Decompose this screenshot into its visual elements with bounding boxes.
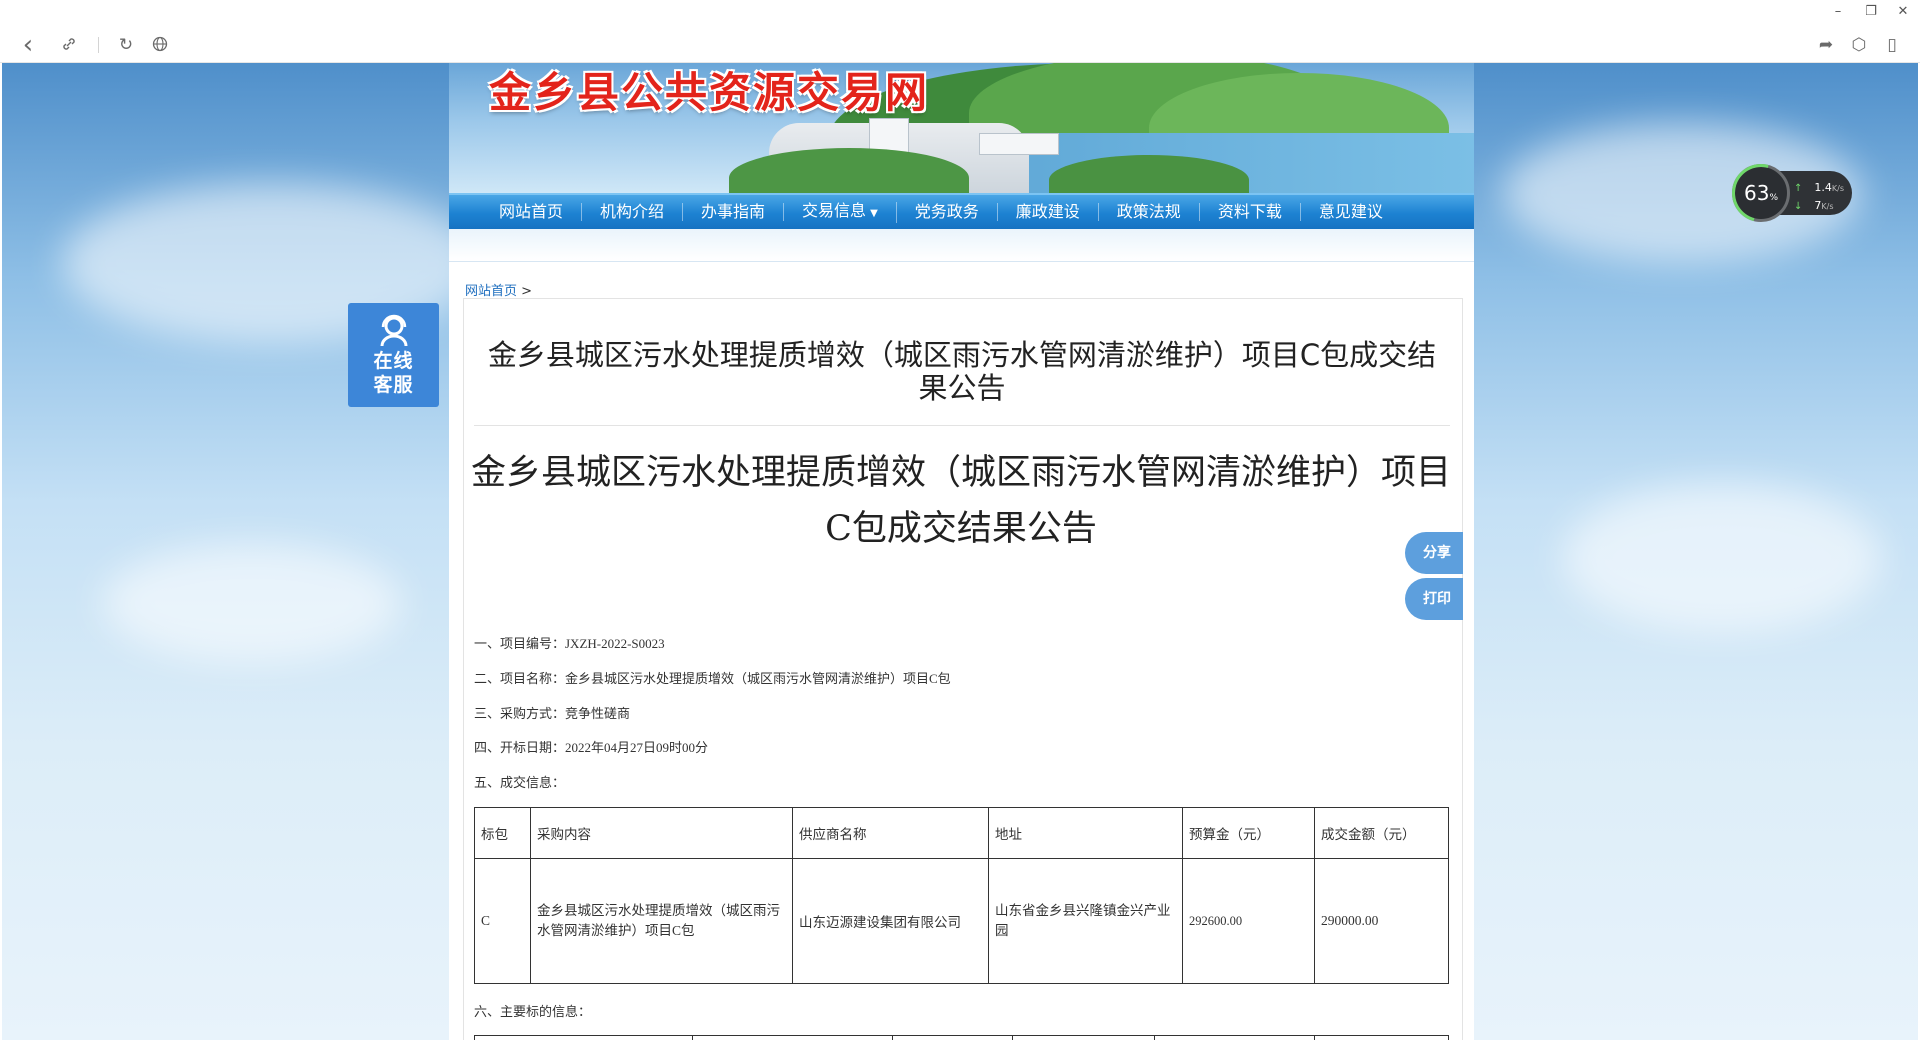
page-title: 金乡县城区污水处理提质增效（城区雨污水管网清淤维护）项目C包成交结果公告 (487, 338, 1437, 405)
deal-table: 标包 采购内容 供应商名称 地址 预算金（元） 成交金额（元） C 金乡县城区污… (474, 807, 1449, 984)
link-icon[interactable] (58, 36, 80, 57)
title-divider (474, 425, 1450, 426)
arrow-down-icon: ↓ (1794, 201, 1803, 212)
nav-item-policy[interactable]: 政策法规 (1099, 203, 1200, 221)
nav-label: 意见建议 (1318, 202, 1383, 221)
online-service-label-2: 客服 (373, 374, 414, 396)
breadcrumb: 网站首页 > (465, 280, 532, 299)
nav-label: 廉政建设 (1015, 202, 1080, 221)
info-bid-date: 四、开标日期：2022年04月27日09时00分 (474, 740, 709, 755)
speed-percent-value: 63 (1744, 181, 1770, 205)
share-button[interactable]: 分享 (1405, 532, 1463, 574)
table-row (474, 1035, 1449, 1040)
nav-item-trade-info[interactable]: 交易信息 ▼ (784, 200, 897, 223)
table-header-cell: 地址 (988, 807, 1183, 859)
main-nav: 网站首页 机构介绍 办事指南 交易信息 ▼ 党务政务 廉政建设 政策法规 资料下载… (449, 193, 1474, 229)
table-header-cell: 预算金（元） (1182, 807, 1315, 859)
breadcrumb-separator: > (521, 284, 533, 299)
table-cell (1314, 1035, 1449, 1040)
speed-percent-unit: % (1769, 193, 1779, 203)
caret-down-icon: ▼ (870, 207, 878, 219)
table-cell (692, 1035, 893, 1040)
online-service-label-1: 在线 (373, 350, 414, 372)
close-button[interactable]: ✕ (1894, 4, 1912, 19)
nav-label: 党务政务 (914, 202, 979, 221)
browser-toolbar: – ❐ ✕ ‹ ↻ ➦ ⬡ ▯ (0, 0, 1920, 63)
table-header-cell: 标包 (474, 807, 531, 859)
table-row: C 金乡县城区污水处理提质增效（城区雨污水管网清淤维护）项目C包 山东迈源建设集… (474, 858, 1449, 984)
nav-item-home[interactable]: 网站首页 (481, 202, 583, 221)
info-procurement-method: 三、采购方式：竞争性磋商 (474, 706, 631, 721)
network-speed-widget[interactable]: 63% ↑ 1.4K/s ↓ 7K/s (1721, 153, 1852, 233)
speed-percent: 63% (1744, 181, 1778, 205)
table-cell: 金乡县城区污水处理提质增效（城区雨污水管网清淤维护）项目C包 (530, 858, 793, 984)
upload-value: 1.4 (1814, 181, 1832, 194)
table-header-cell: 成交金额（元） (1314, 807, 1449, 859)
nav-label: 办事指南 (701, 202, 766, 221)
content-panel: 网站首页 > 金乡县城区污水处理提质增效（城区雨污水管网清淤维护）项目C包成交结… (449, 262, 1474, 1040)
info-project-number: 一、项目编号：JXZH-2022-S0023 (474, 636, 665, 651)
info-main-items-heading: 六、主要标的信息： (474, 1004, 592, 1019)
print-button[interactable]: 打印 (1405, 578, 1463, 620)
table-header-cell: 采购内容 (530, 807, 793, 859)
table-cell: 290000.00 (1314, 858, 1449, 984)
back-icon[interactable]: ‹ (17, 32, 39, 58)
table-cell (1012, 1035, 1155, 1040)
nav-item-downloads[interactable]: 资料下载 (1200, 203, 1301, 221)
toolbar-divider (98, 37, 99, 53)
info-deal-heading: 五、成交信息： (474, 775, 566, 790)
phone-icon[interactable]: ▯ (1881, 36, 1903, 54)
nav-item-integrity[interactable]: 廉政建设 (998, 203, 1099, 221)
headset-icon (374, 313, 414, 347)
site-banner: 金乡县公共资源交易网 (449, 63, 1474, 193)
table-cell (1154, 1035, 1315, 1040)
table-cell (892, 1035, 1013, 1040)
nav-item-feedback[interactable]: 意见建议 (1301, 203, 1401, 221)
share-icon[interactable]: ➦ (1815, 36, 1837, 54)
nav-item-guide[interactable]: 办事指南 (683, 202, 785, 221)
minimize-button[interactable]: – (1829, 4, 1847, 19)
article-box: 金乡县城区污水处理提质增效（城区雨污水管网清淤维护）项目C包成交结果公告 金乡县… (463, 298, 1463, 1040)
page-viewport: 金乡县公共资源交易网 网站首页 机构介绍 办事指南 交易信息 ▼ 党务政务 廉政建… (2, 63, 1918, 1040)
article-title: 金乡县城区污水处理提质增效（城区雨污水管网清淤维护）项目C包成交结果公告 (470, 453, 1451, 549)
nav-item-about[interactable]: 机构介绍 (582, 202, 684, 221)
table-header-cell: 供应商名称 (792, 807, 989, 859)
upload-speed: ↑ 1.4K/s (1794, 181, 1844, 194)
table-header-row: 标包 采购内容 供应商名称 地址 预算金（元） 成交金额（元） (474, 807, 1449, 859)
nav-label: 机构介绍 (600, 202, 665, 221)
download-unit: K/s (1821, 202, 1834, 211)
site-title: 金乡县公共资源交易网 (489, 68, 930, 117)
table-cell: 山东省金乡县兴隆镇金兴产业园 (988, 858, 1183, 984)
breadcrumb-home-link[interactable]: 网站首页 (465, 284, 517, 299)
restore-button[interactable]: ❐ (1862, 4, 1880, 19)
arrow-up-icon: ↑ (1794, 183, 1803, 194)
reload-icon[interactable]: ↻ (115, 36, 137, 54)
nav-label: 政策法规 (1116, 202, 1181, 221)
nav-item-party[interactable]: 党务政务 (897, 203, 998, 221)
nav-label: 资料下载 (1217, 202, 1282, 221)
main-items-table (474, 1035, 1449, 1040)
table-cell: 山东迈源建设集团有限公司 (792, 858, 989, 984)
table-cell: 292600.00 (1182, 858, 1315, 984)
download-speed: ↓ 7K/s (1794, 199, 1834, 212)
info-project-name: 二、项目名称：金乡县城区污水处理提质增效（城区雨污水管网清淤维护）项目C包 (474, 671, 951, 686)
table-cell (474, 1035, 693, 1040)
upload-unit: K/s (1831, 184, 1844, 193)
sub-nav-bar (449, 229, 1474, 262)
globe-icon[interactable] (149, 36, 171, 56)
nav-label: 网站首页 (499, 202, 564, 221)
extension-icon[interactable]: ⬡ (1848, 36, 1870, 54)
online-service-button[interactable]: 在线 客服 (348, 303, 439, 407)
nav-label: 交易信息 (802, 200, 867, 220)
table-cell: C (474, 858, 531, 984)
